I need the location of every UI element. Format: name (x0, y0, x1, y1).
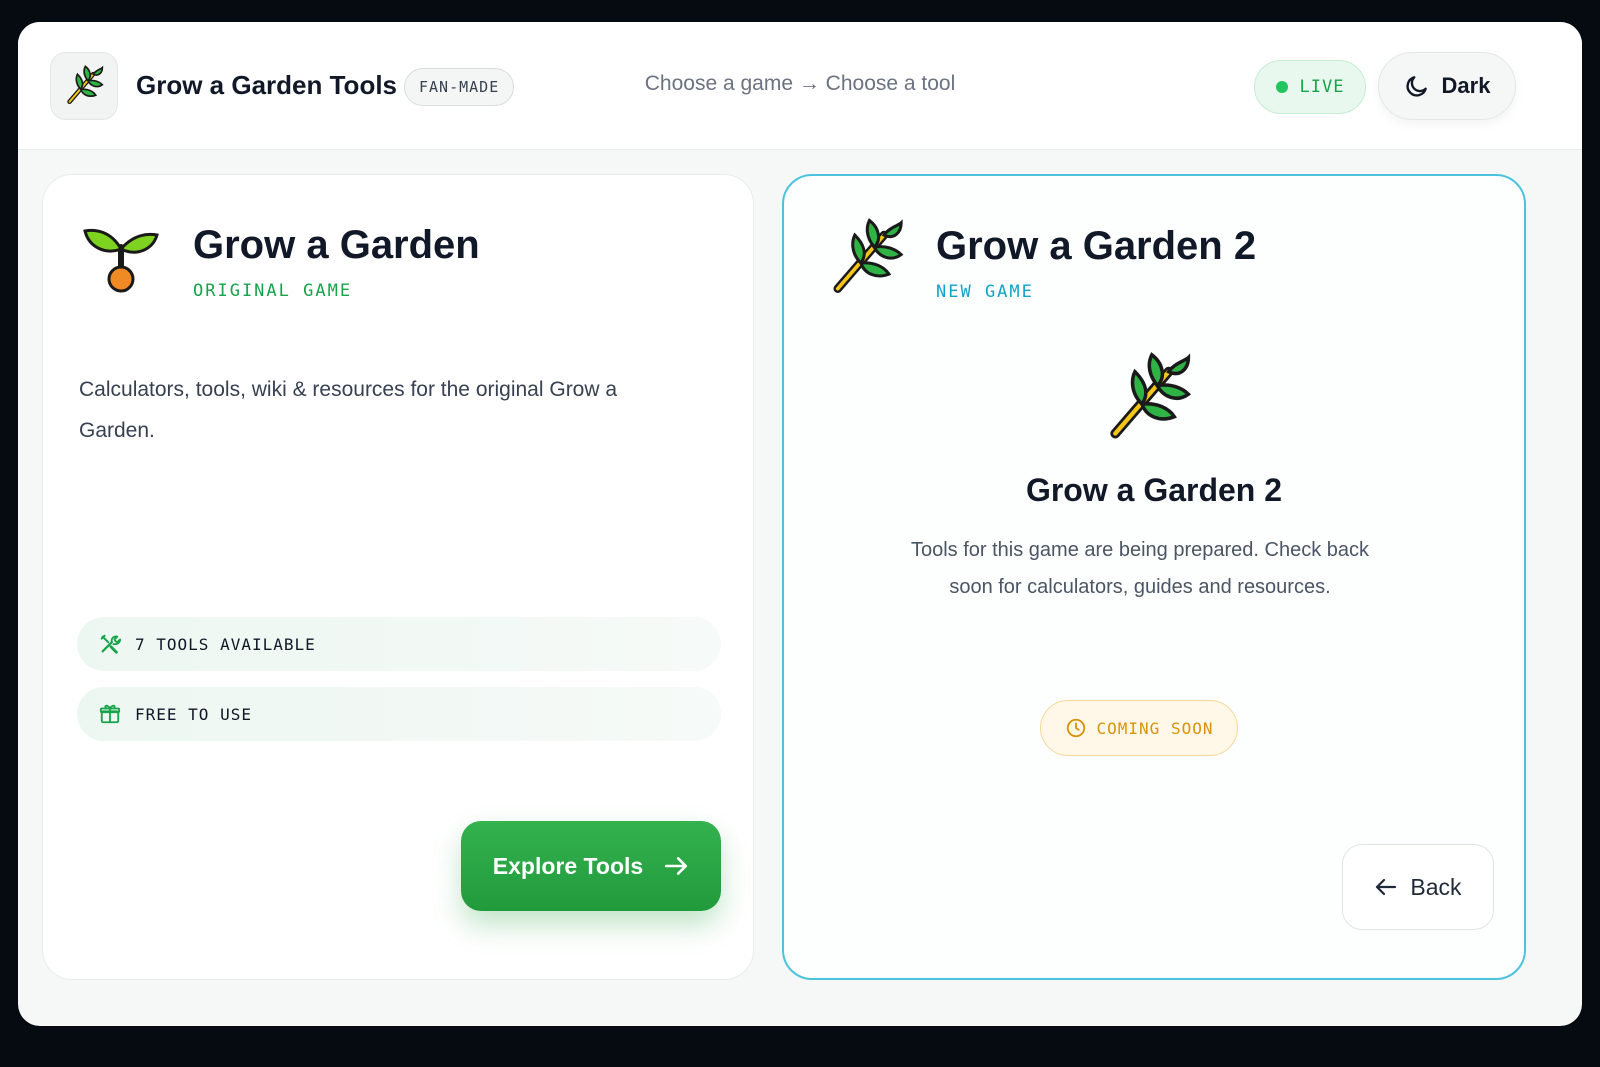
feature-tools-available: 7 TOOLS AVAILABLE (77, 617, 721, 671)
game-subtitle: ORIGINAL GAME (193, 281, 353, 301)
placeholder-title: Grow a Garden 2 (1025, 472, 1283, 508)
app-window: Grow a Garden Tools FAN-MADE Choose a ga… (18, 22, 1582, 1026)
explore-tools-button[interactable]: Explore Tools (461, 821, 721, 911)
coming-soon-badge: COMING SOON (1040, 700, 1238, 756)
clock-icon (1066, 718, 1085, 738)
live-status-label: LIVE (1299, 77, 1345, 97)
game-subtitle: NEW GAME (936, 282, 1034, 302)
theme-toggle-button[interactable]: Dark (1378, 52, 1516, 120)
game-title: Grow a Garden 2 (936, 224, 1257, 268)
game-description: Calculators, tools, wiki & resources for… (79, 378, 618, 442)
theme-toggle-label: Dark (1441, 73, 1491, 98)
arrow-right-icon (665, 857, 688, 875)
placeholder-description: Tools for this game are being prepared. … (910, 539, 1370, 598)
moon-icon (1405, 76, 1427, 97)
feature-label: FREE TO USE (135, 704, 252, 724)
herb-icon (1110, 352, 1192, 439)
live-dot-icon (1275, 81, 1288, 93)
header: Grow a Garden Tools FAN-MADE Choose a ga… (18, 22, 1582, 150)
herb-icon (833, 218, 904, 293)
back-label: Back (1410, 873, 1462, 900)
feature-label: 7 TOOLS AVAILABLE (135, 634, 316, 654)
game-title: Grow a Garden (193, 223, 480, 267)
back-button[interactable]: Back (1342, 844, 1494, 930)
tools-icon (100, 634, 121, 654)
game-card-original[interactable]: Grow a Garden ORIGINAL GAME Calculators,… (42, 174, 754, 980)
explore-tools-label: Explore Tools (492, 852, 644, 879)
arrow-left-icon (1376, 878, 1397, 896)
coming-soon-label: COMING SOON (1096, 718, 1214, 738)
gift-icon (99, 704, 121, 724)
game-card-new[interactable]: Grow a Garden 2 NEW GAME Grow a Garden 2… (782, 174, 1526, 980)
feature-free-to-use: FREE TO USE (77, 687, 721, 741)
seedling-icon (83, 228, 159, 293)
live-status-badge: LIVE (1254, 60, 1366, 114)
